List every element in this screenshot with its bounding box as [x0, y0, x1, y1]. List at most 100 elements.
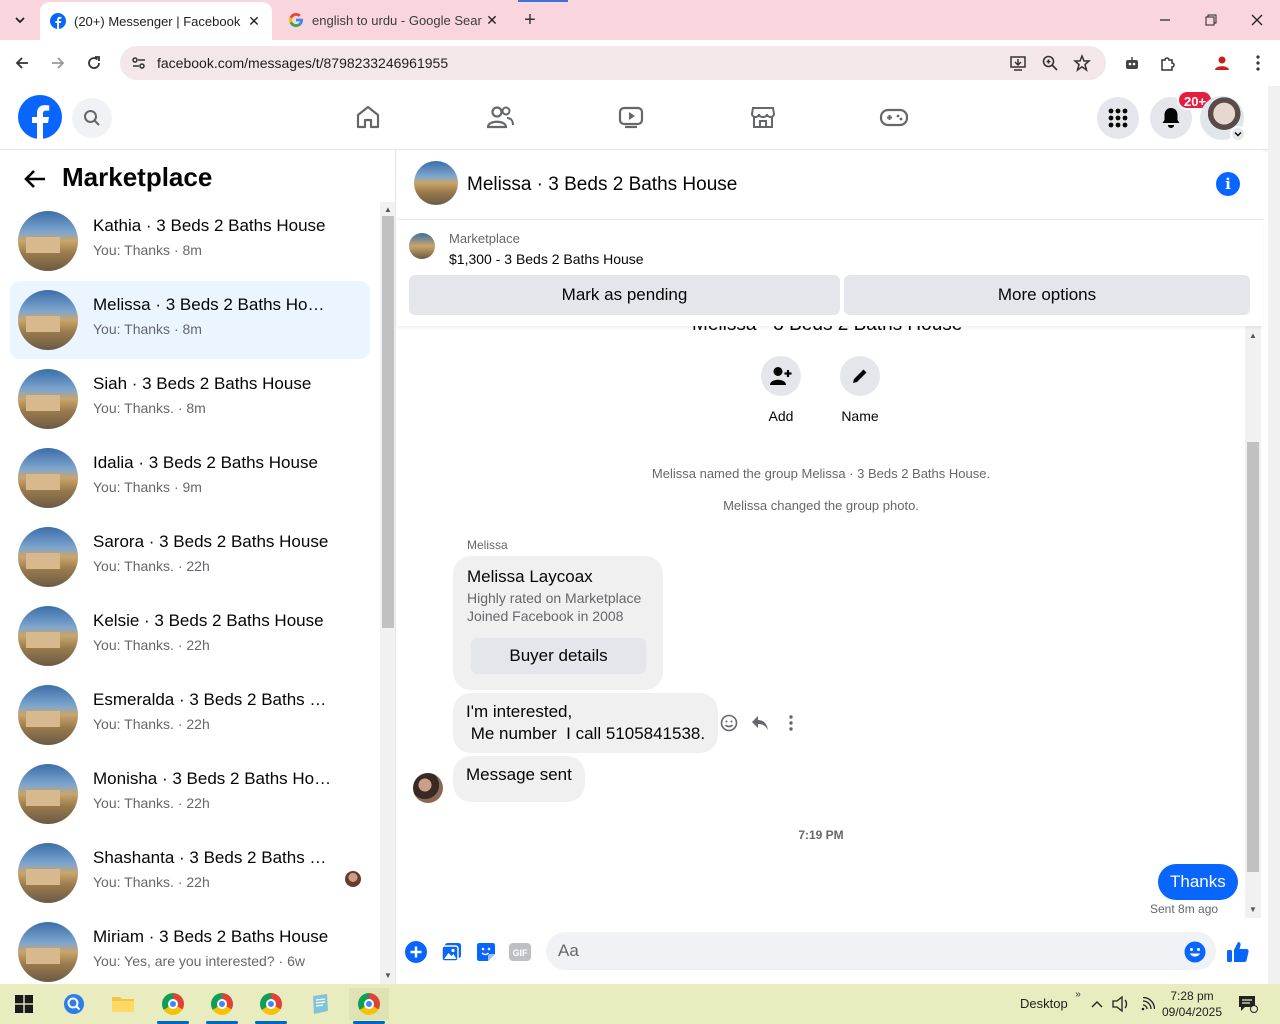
windows-start-icon[interactable]	[4, 988, 44, 1020]
watch-video-icon[interactable]	[616, 102, 646, 132]
chrome-profile-1-icon[interactable]	[153, 988, 193, 1024]
add-person-icon[interactable]	[761, 356, 801, 396]
thumbs-up-icon[interactable]	[1226, 940, 1250, 964]
conversation-row[interactable]: Sarora · 3 Beds 2 Baths House You: Thank…	[10, 518, 370, 596]
zoom-icon[interactable]	[1040, 53, 1060, 73]
conversation-row[interactable]: Siah · 3 Beds 2 Baths House You: Thanks.…	[10, 360, 370, 438]
message-thread-scrollbar[interactable]: ▲ ▼	[1245, 326, 1261, 918]
message-input[interactable]	[546, 932, 1216, 970]
conversation-row[interactable]: Miriam · 3 Beds 2 Baths House You: Yes, …	[10, 913, 370, 984]
system-clock[interactable]: 7:28 pm 09/04/2025	[1160, 988, 1224, 1020]
close-tab-icon[interactable]: ✕	[244, 11, 264, 31]
conversation-row[interactable]: Shashanta · 3 Beds 2 Baths House You: Th…	[10, 834, 370, 912]
desktop-toolbar-label[interactable]: Desktop	[1020, 996, 1068, 1011]
conversation-snippet: You: Thanks · 9m	[93, 479, 202, 495]
address-bar[interactable]: facebook.com/messages/t/8798233246961955	[120, 46, 1106, 80]
tab-messenger[interactable]: (20+) Messenger | Facebook ✕	[40, 2, 272, 40]
tab-google-search[interactable]: english to urdu - Google Search ✕	[278, 0, 510, 40]
home-icon[interactable]	[353, 102, 383, 132]
new-tab-button[interactable]: +	[518, 8, 542, 32]
pencil-icon[interactable]	[840, 356, 880, 396]
tab-search-dropdown-icon[interactable]	[6, 6, 34, 34]
facebook-header: 20+	[0, 86, 1268, 150]
scroll-up-icon[interactable]: ▲	[1245, 328, 1261, 342]
restore-icon[interactable]	[1188, 0, 1234, 40]
file-explorer-icon[interactable]	[103, 988, 143, 1020]
conversation-row[interactable]: Kathia · 3 Beds 2 Baths House You: Thank…	[10, 202, 370, 280]
conversation-row[interactable]: Monisha · 3 Beds 2 Baths House You: Than…	[10, 755, 370, 833]
wifi-icon[interactable]	[1137, 994, 1157, 1014]
install-app-icon[interactable]	[1008, 53, 1028, 73]
chrome-profile-3-icon[interactable]	[251, 988, 291, 1024]
chat-title[interactable]: Melissa · 3 Beds 2 Baths House	[467, 174, 737, 196]
attach-photo-icon[interactable]	[440, 940, 464, 964]
conversation-row[interactable]: Esmeralda · 3 Beds 2 Baths House You: Th…	[10, 676, 370, 754]
page-scrollbar[interactable]	[1268, 86, 1280, 984]
chat-header: Melissa · 3 Beds 2 Baths House i	[397, 150, 1263, 220]
plus-actions-icon[interactable]	[404, 940, 428, 964]
add-people-action[interactable]: Add	[741, 356, 821, 424]
marketplace-icon[interactable]	[748, 102, 778, 132]
chrome-profile-2-icon[interactable]	[202, 988, 242, 1024]
gaming-icon[interactable]	[879, 102, 909, 132]
bookmark-star-icon[interactable]	[1072, 53, 1092, 73]
friends-icon[interactable]	[485, 102, 515, 132]
minimize-icon[interactable]	[1142, 0, 1188, 40]
scroll-up-icon[interactable]: ▲	[380, 202, 395, 216]
conversation-name: Esmeralda · 3 Beds 2 Baths House	[93, 690, 333, 709]
toolbar-expand-icon[interactable]: »	[1068, 984, 1088, 1004]
chat-avatar[interactable]	[414, 161, 458, 205]
mark-as-pending-button[interactable]: Mark as pending	[409, 275, 840, 315]
gif-icon[interactable]: GIF	[508, 940, 532, 964]
extension-robot-icon[interactable]	[1118, 49, 1146, 77]
emoji-icon[interactable]	[1183, 940, 1207, 964]
hidden-icons-chevron-icon[interactable]	[1087, 994, 1107, 1014]
close-window-icon[interactable]	[1234, 0, 1280, 40]
action-center-icon[interactable]	[1238, 994, 1258, 1014]
react-emoji-icon[interactable]	[717, 711, 741, 735]
extensions-puzzle-icon[interactable]	[1154, 49, 1182, 77]
buyer-details-button[interactable]: Buyer details	[471, 638, 646, 674]
conversation-row-selected[interactable]: Melissa · 3 Beds 2 Baths House You: Than…	[10, 281, 370, 359]
chevron-down-icon[interactable]	[1230, 126, 1246, 142]
site-settings-icon[interactable]	[130, 54, 148, 72]
scrollbar-thumb[interactable]	[382, 216, 394, 628]
conversation-list-scrollbar[interactable]: ▲ ▼	[380, 202, 395, 984]
listing-thumbnail[interactable]	[409, 233, 435, 259]
tab-accent-line	[518, 0, 568, 2]
facebook-logo-icon[interactable]	[18, 95, 62, 139]
scrollbar-thumb[interactable]	[1247, 442, 1259, 872]
incoming-message-bubble[interactable]: I'm interested, Me number I call 5105841…	[453, 693, 719, 753]
reply-icon[interactable]	[748, 711, 772, 735]
chrome-active-window-icon[interactable]	[349, 988, 389, 1024]
conversation-snippet: You: Thanks · 8m	[93, 242, 202, 258]
forward-arrow-icon[interactable]	[44, 49, 72, 77]
profile-icon[interactable]	[1208, 49, 1236, 77]
conversation-name: Kathia · 3 Beds 2 Baths House	[93, 216, 326, 235]
menu-grid-icon[interactable]	[1097, 97, 1139, 139]
search-icon[interactable]	[54, 988, 94, 1020]
scroll-down-icon[interactable]: ▼	[380, 968, 395, 982]
more-options-button[interactable]: More options	[844, 275, 1250, 315]
volume-icon[interactable]	[1111, 994, 1131, 1014]
conversation-row[interactable]: Kelsie · 3 Beds 2 Baths House You: Thank…	[10, 597, 370, 675]
listing-title[interactable]: $1,300 - 3 Beds 2 Baths House	[449, 251, 644, 267]
search-icon[interactable]	[72, 98, 112, 138]
sticker-icon[interactable]	[474, 940, 498, 964]
more-options-icon[interactable]	[779, 711, 803, 735]
edit-name-action[interactable]: Name	[820, 356, 900, 424]
outgoing-message-bubble[interactable]: Thanks	[1158, 864, 1238, 900]
reload-icon[interactable]	[80, 49, 108, 77]
scroll-down-icon[interactable]: ▼	[1245, 902, 1261, 916]
info-icon[interactable]: i	[1216, 172, 1240, 196]
conversation-name: Melissa · 3 Beds 2 Baths House	[93, 295, 333, 314]
close-tab-icon[interactable]: ✕	[482, 10, 502, 30]
listing-thumbnail	[18, 290, 78, 350]
browser-menu-icon[interactable]	[1244, 49, 1272, 77]
conversation-row[interactable]: Idalia · 3 Beds 2 Baths House You: Thank…	[10, 439, 370, 517]
back-arrow-icon[interactable]	[8, 49, 36, 77]
incoming-message-bubble[interactable]: Message sent	[453, 756, 585, 802]
notepad-icon[interactable]	[300, 988, 340, 1020]
back-arrow-icon[interactable]	[20, 164, 50, 194]
sender-avatar[interactable]	[413, 773, 443, 803]
